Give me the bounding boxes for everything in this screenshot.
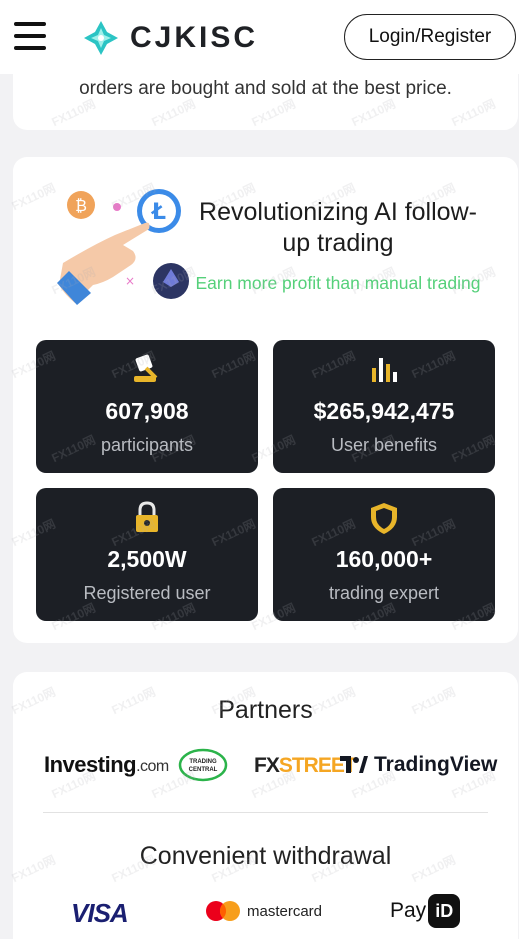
visa-logo: VISA	[71, 898, 129, 928]
ai-subtitle: Earn more profit than manual trading	[195, 273, 481, 293]
gavel-icon	[134, 354, 158, 382]
svg-text:Ł: Ł	[151, 200, 166, 225]
investing-suffix: .com	[136, 758, 169, 775]
brand-mark-icon	[84, 21, 118, 55]
mastercard-logo: mastercard	[205, 900, 322, 922]
stat-user-benefits: $265,942,475 User benefits	[273, 340, 495, 473]
shield-icon	[371, 503, 397, 534]
stat-registered-user: 2,500W Registered user	[36, 488, 258, 621]
mastercard-circles-icon	[206, 901, 240, 921]
ai-title: Revolutionizing AI follow-up trading	[199, 198, 477, 257]
partners-title: Partners	[218, 696, 313, 724]
trading-central-logo: TRADING CENTRAL	[178, 748, 228, 782]
investing-logo: Investing .com	[44, 752, 169, 778]
mastercard-name: mastercard	[247, 902, 323, 920]
svg-text:₿: ₿	[75, 196, 87, 215]
withdrawal-title: Convenient withdrawal	[139, 842, 392, 870]
login-register-button-overlay[interactable]: Login/Register	[344, 14, 516, 60]
tradingview-mark-icon	[340, 756, 368, 773]
intro-text: orders are bought and sold at the best p…	[79, 78, 452, 99]
stat-label: participants	[100, 435, 194, 455]
trading-central-text-1: TRADING	[189, 759, 217, 765]
brand-logo-overlay[interactable]: CJKISC	[82, 18, 258, 58]
payid-logo: Pay iD	[390, 894, 461, 928]
stat-participants: 607,908 participants	[36, 340, 258, 473]
investing-name: Investing	[44, 752, 137, 777]
menu-icon-overlay[interactable]	[14, 22, 48, 52]
brand-name: CJKISC	[130, 21, 259, 54]
stat-label: trading expert	[328, 583, 440, 603]
header-cover: CJKISC Login/Register	[0, 0, 519, 74]
trading-central-text-2: CENTRAL	[189, 767, 218, 773]
ai-trading-card: ₿ Ł × Revolutionizing AI follow-up tradi…	[13, 157, 518, 643]
stat-value: 2,500W	[107, 546, 187, 572]
stat-value: $265,942,475	[313, 398, 455, 424]
bar-chart-icon	[372, 358, 397, 382]
lock-icon	[136, 501, 158, 532]
tradingview-name: TradingView	[374, 753, 498, 776]
stat-trading-expert: 160,000+ trading expert	[273, 488, 495, 621]
stat-label: User benefits	[330, 435, 438, 455]
stat-label: Registered user	[83, 583, 211, 603]
stat-value: 160,000+	[335, 546, 433, 572]
stat-value: 607,908	[105, 398, 189, 424]
payid-pay: Pay	[390, 899, 427, 922]
partners-card: Partners Investing .com TRADING CENTRAL F…	[13, 672, 518, 939]
pointing-hand-crypto-icon: ₿ Ł ×	[57, 189, 189, 305]
tradingview-logo: TradingView	[340, 753, 497, 777]
section-divider	[43, 812, 488, 813]
svg-text:×: ×	[125, 274, 135, 288]
fxstreet-fx: FX	[254, 754, 280, 777]
payid-id: iD	[428, 894, 461, 928]
